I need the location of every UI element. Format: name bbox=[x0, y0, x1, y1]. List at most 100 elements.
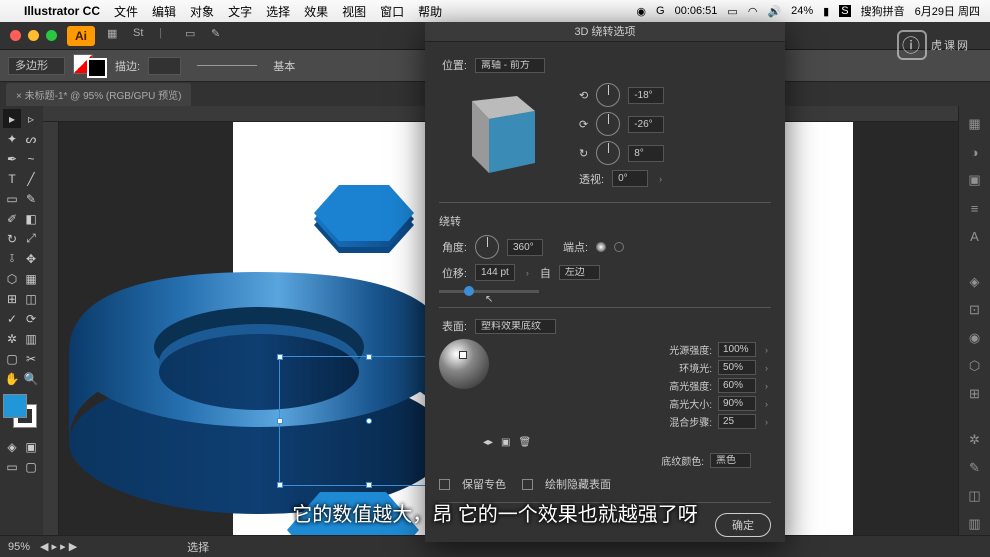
shade-color-select[interactable]: 黑色 bbox=[710, 453, 751, 468]
display-icon[interactable]: ▭ bbox=[727, 5, 737, 18]
type-tool[interactable]: T bbox=[3, 169, 21, 188]
doc-tab[interactable]: × 未标题-1* @ 95% (RGB/GPU 预览) bbox=[6, 83, 191, 106]
menu-object[interactable]: 对象 bbox=[190, 3, 214, 20]
offset-val[interactable]: 144 pt bbox=[475, 264, 515, 281]
basic-lbl[interactable]: 基本 bbox=[273, 58, 295, 74]
mesh-tool[interactable]: ⊞ bbox=[3, 289, 21, 308]
ok-button[interactable]: 确定 bbox=[715, 513, 771, 537]
selection-tool[interactable]: ▸ bbox=[3, 109, 21, 128]
scale-tool[interactable]: ⤢ bbox=[22, 229, 40, 248]
light-new-icon[interactable]: ▣ bbox=[501, 437, 510, 448]
screen2[interactable]: ▢ bbox=[22, 457, 40, 476]
graphic-icon[interactable]: ⬡ bbox=[965, 356, 985, 376]
preserve-spot-check[interactable] bbox=[439, 479, 450, 490]
persp-arrow[interactable]: › bbox=[656, 174, 665, 184]
shape-builder[interactable]: ⬡ bbox=[3, 269, 21, 288]
menu-edit[interactable]: 编辑 bbox=[152, 3, 176, 20]
brush-icon[interactable]: ✎ bbox=[211, 27, 229, 45]
rot-z-dial[interactable] bbox=[596, 141, 620, 165]
rot-z[interactable]: 8° bbox=[628, 145, 664, 162]
hii-val[interactable]: 60% bbox=[718, 378, 756, 393]
cap-on[interactable] bbox=[596, 242, 606, 252]
cap-off[interactable] bbox=[614, 242, 624, 252]
gear-icon[interactable]: G bbox=[656, 5, 665, 17]
eyedropper-tool[interactable]: ✓ bbox=[3, 309, 21, 328]
fill-stroke-swatches[interactable] bbox=[73, 54, 107, 78]
light-del-icon[interactable]: 🗑 bbox=[519, 437, 532, 448]
pathfinder-icon[interactable]: ▥ bbox=[965, 514, 985, 534]
symbol-tool[interactable]: ✲ bbox=[3, 329, 21, 348]
amb-val[interactable]: 50% bbox=[718, 360, 756, 375]
persp-tool[interactable]: ▦ bbox=[22, 269, 40, 288]
draw-hidden-check[interactable] bbox=[522, 479, 533, 490]
appearance-icon[interactable]: ◉ bbox=[965, 328, 985, 348]
app-name[interactable]: Illustrator CC bbox=[24, 4, 100, 18]
curve-tool[interactable]: ~ bbox=[22, 149, 40, 168]
cube-preview[interactable] bbox=[449, 83, 549, 183]
direct-select-tool[interactable]: ▹ bbox=[22, 109, 40, 128]
his-val[interactable]: 90% bbox=[718, 396, 756, 411]
menu-type[interactable]: 文字 bbox=[228, 3, 252, 20]
slice-tool[interactable]: ✂ bbox=[22, 349, 40, 368]
ime[interactable]: 搜狗拼音 bbox=[861, 3, 905, 19]
menu-help[interactable]: 帮助 bbox=[418, 3, 442, 20]
handle-c[interactable] bbox=[366, 418, 372, 424]
gradient-tool[interactable]: ◫ bbox=[22, 289, 40, 308]
color-icon[interactable]: ◑ bbox=[965, 142, 985, 162]
handle-nw[interactable] bbox=[277, 354, 283, 360]
stock-icon[interactable]: St bbox=[133, 27, 151, 45]
hand-tool[interactable]: ✋ bbox=[3, 369, 21, 388]
screen-mode[interactable]: ▭ bbox=[3, 457, 21, 476]
surface-select[interactable]: 塑料效果底纹 bbox=[475, 319, 556, 334]
links-icon[interactable]: ⊡ bbox=[965, 300, 985, 320]
min-btn[interactable] bbox=[28, 30, 39, 41]
li-val[interactable]: 100% bbox=[718, 342, 756, 357]
menu-file[interactable]: 文件 bbox=[114, 3, 138, 20]
free-tool[interactable]: ✥ bbox=[22, 249, 40, 268]
menu-select[interactable]: 选择 bbox=[266, 3, 290, 20]
bridge-icon[interactable]: ▦ bbox=[107, 27, 125, 45]
fill-color[interactable] bbox=[3, 394, 27, 418]
position-select[interactable]: 离轴 - 前方 bbox=[475, 58, 545, 73]
symbols-icon[interactable]: ✲ bbox=[965, 430, 985, 450]
rotate-tool[interactable]: ↻ bbox=[3, 229, 21, 248]
brush-tool[interactable]: ✎ bbox=[22, 189, 40, 208]
handle-w[interactable] bbox=[277, 418, 283, 424]
rect-tool[interactable]: ▭ bbox=[3, 189, 21, 208]
zoom-tool[interactable]: 🔍 bbox=[22, 369, 40, 388]
layers-icon[interactable]: ◈ bbox=[965, 272, 985, 292]
blend-val[interactable]: 25 bbox=[718, 414, 756, 429]
swatches-icon[interactable]: ▣ bbox=[965, 170, 985, 190]
angle-dial[interactable] bbox=[475, 235, 499, 259]
graph-tool[interactable]: ▥ bbox=[22, 329, 40, 348]
from-select[interactable]: 左边 bbox=[559, 265, 600, 280]
menu-effect[interactable]: 效果 bbox=[304, 3, 328, 20]
menu-window[interactable]: 窗口 bbox=[380, 3, 404, 20]
zoom-level[interactable]: 95% bbox=[8, 541, 30, 553]
artboard-tool[interactable]: ▢ bbox=[3, 349, 21, 368]
volume-icon[interactable]: 🔊 bbox=[767, 5, 781, 18]
shaper-tool[interactable]: ✐ bbox=[3, 209, 21, 228]
light-preview[interactable] bbox=[439, 339, 489, 389]
angle-val[interactable]: 360° bbox=[507, 239, 543, 256]
persp-val[interactable]: 0° bbox=[612, 170, 648, 187]
eraser-tool[interactable]: ◧ bbox=[22, 209, 40, 228]
rot-x-dial[interactable] bbox=[596, 83, 620, 107]
handle-n[interactable] bbox=[366, 354, 372, 360]
rot-y-dial[interactable] bbox=[596, 112, 620, 136]
stroke-icon[interactable]: ≡ bbox=[965, 198, 985, 218]
properties-icon[interactable]: ▦ bbox=[965, 114, 985, 134]
blend-tool[interactable]: ⟳ bbox=[22, 309, 40, 328]
type-icon[interactable]: A bbox=[965, 226, 985, 246]
rot-x[interactable]: -18° bbox=[628, 87, 664, 104]
pen-tool[interactable]: ✒ bbox=[3, 149, 21, 168]
offset-slider[interactable] bbox=[439, 290, 539, 293]
wifi-icon[interactable]: ◠ bbox=[748, 5, 758, 18]
stroke-swatch[interactable] bbox=[87, 58, 107, 78]
handle-sw[interactable] bbox=[277, 482, 283, 488]
stroke-profile[interactable] bbox=[197, 65, 257, 66]
shape-select[interactable]: 多边形 bbox=[8, 57, 65, 75]
rot-y[interactable]: -26° bbox=[628, 116, 664, 133]
color-mode[interactable]: ◈ bbox=[3, 437, 21, 456]
wand-tool[interactable]: ✦ bbox=[3, 129, 21, 148]
